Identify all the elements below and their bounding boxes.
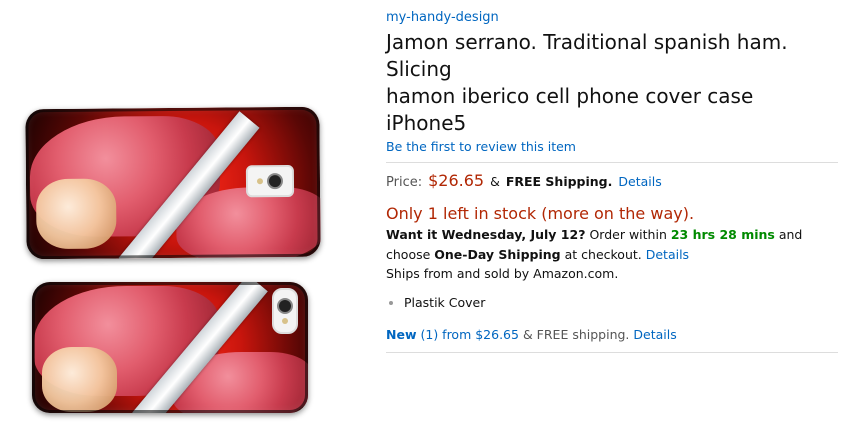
price-value: $26.65 — [428, 171, 485, 190]
delivery-date: Want it Wednesday, July 12? — [386, 227, 586, 242]
countdown: 23 hrs 28 mins — [670, 227, 775, 242]
brand-link[interactable]: my-handy-design — [386, 10, 838, 25]
price-label: Price: — [386, 175, 423, 190]
sold-by: Ships from and sold by Amazon.com. — [386, 266, 619, 281]
offers-row: New (1) from $26.65 & FREE shipping. Det… — [386, 327, 838, 342]
feature-item: Plastik Cover — [404, 295, 838, 310]
product-image-case-back[interactable] — [25, 106, 321, 260]
stock-status: Only 1 left in stock (more on the way). — [386, 204, 695, 223]
product-title: Jamon serrano. Traditional spanish ham. … — [386, 29, 838, 137]
shipping-details-link[interactable]: Details — [618, 174, 661, 189]
free-shipping-label: FREE Shipping. — [505, 174, 613, 189]
order-within-text: Order within — [589, 227, 667, 242]
product-page: my-handy-design Jamon serrano. Tradition… — [0, 0, 853, 435]
at-checkout-text: at checkout. — [564, 247, 642, 262]
one-day-shipping: One-Day Shipping — [434, 247, 561, 262]
offers-count-link[interactable]: (1) from $26.65 — [420, 327, 518, 342]
new-offers-link[interactable]: New — [386, 327, 417, 342]
offers-details-link[interactable]: Details — [633, 327, 676, 342]
delivery-message: Want it Wednesday, July 12? Order within… — [386, 225, 838, 265]
title-line-2: hamon iberico cell phone cover case iPho… — [386, 84, 754, 135]
divider — [386, 162, 838, 163]
shipping-amp: & — [490, 174, 500, 189]
feature-list: Plastik Cover — [386, 295, 838, 310]
offers-shipping: & FREE shipping. — [522, 327, 630, 342]
review-link[interactable]: Be the first to review this item — [386, 139, 838, 154]
title-line-1: Jamon serrano. Traditional spanish ham. … — [386, 30, 788, 81]
delivery-details-link[interactable]: Details — [646, 247, 689, 262]
divider-bottom — [386, 352, 838, 353]
product-image-case-iphone[interactable] — [32, 282, 308, 413]
product-details: my-handy-design Jamon serrano. Tradition… — [386, 8, 838, 361]
price-row: Price: $26.65 & FREE Shipping. Details — [386, 171, 838, 190]
